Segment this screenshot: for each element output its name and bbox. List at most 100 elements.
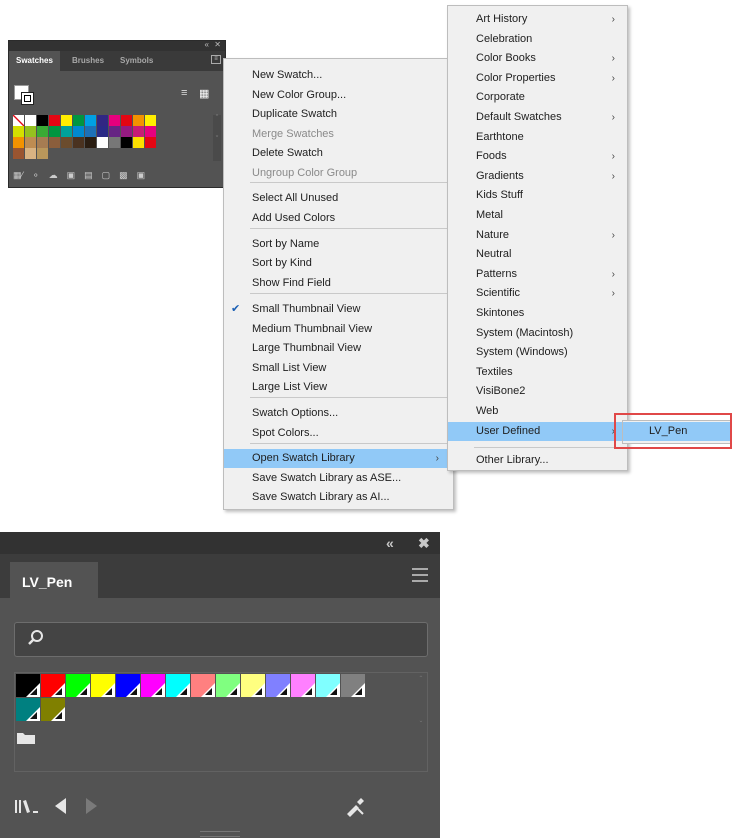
menu-item-small-list-view[interactable]: Small List View [224, 359, 453, 378]
swatch[interactable] [25, 148, 36, 159]
library-item-system-macintosh[interactable]: System (Macintosh) [448, 324, 627, 343]
swatch[interactable] [116, 674, 140, 697]
swatch[interactable] [133, 115, 144, 126]
swatch[interactable] [37, 126, 48, 137]
library-item-textiles[interactable]: Textiles [448, 363, 627, 382]
menu-item-duplicate-swatch[interactable]: Duplicate Swatch [224, 105, 453, 124]
fill-stroke-widget[interactable] [14, 85, 36, 107]
library-item-nature[interactable]: Nature › [448, 226, 627, 245]
none-swatch[interactable] [13, 115, 24, 126]
swatch[interactable] [109, 126, 120, 137]
library-item-scientific[interactable]: Scientific › [448, 284, 627, 303]
library-menu-icon[interactable]: ▦⁄ [13, 170, 23, 181]
library-item-foods[interactable]: Foods › [448, 147, 627, 166]
menu-item-show-find-field[interactable]: Show Find Field [224, 274, 453, 293]
swatch[interactable] [61, 137, 72, 148]
swatch[interactable] [41, 698, 65, 721]
tab-lv-pen[interactable]: LV_Pen [10, 562, 98, 598]
close-icon[interactable]: ✕ [214, 40, 221, 49]
menu-item-save-swatch-library-as-ai[interactable]: Save Swatch Library as AI... [224, 488, 453, 507]
library-item-corporate[interactable]: Corporate [448, 88, 627, 107]
thumbnail-view-icon[interactable]: ▦ [199, 87, 209, 100]
collapse-icon[interactable]: « [205, 40, 209, 49]
library-item-skintones[interactable]: Skintones [448, 304, 627, 323]
swatch[interactable] [61, 126, 72, 137]
swatch[interactable] [37, 137, 48, 148]
add-to-swatches-icon[interactable] [344, 796, 366, 818]
swatch[interactable] [141, 674, 165, 697]
swatch[interactable] [145, 137, 156, 148]
swatch[interactable] [85, 115, 96, 126]
menu-item-open-swatch-library[interactable]: Open Swatch Library › [224, 449, 453, 468]
library-item-neutral[interactable]: Neutral [448, 245, 627, 264]
previous-library-icon[interactable] [52, 796, 70, 816]
swatch[interactable] [49, 115, 60, 126]
menu-item-large-thumbnail-view[interactable]: Large Thumbnail View [224, 339, 453, 358]
swatch[interactable] [97, 137, 108, 148]
menu-item-sort-by-kind[interactable]: Sort by Kind [224, 254, 453, 273]
swatch[interactable] [121, 137, 132, 148]
library-item-celebration[interactable]: Celebration [448, 30, 627, 49]
library-item-web[interactable]: Web [448, 402, 627, 421]
swatch[interactable] [37, 148, 48, 159]
panel-menu-icon[interactable]: ≡ [211, 55, 221, 64]
menu-item-medium-thumbnail-view[interactable]: Medium Thumbnail View [224, 320, 453, 339]
swatch[interactable] [166, 674, 190, 697]
swatch[interactable] [97, 115, 108, 126]
new-swatch-icon[interactable]: ▩ [119, 170, 128, 181]
swatch[interactable] [109, 137, 120, 148]
swatch[interactable] [291, 674, 315, 697]
menu-item-large-list-view[interactable]: Large List View [224, 378, 453, 397]
swatch[interactable] [49, 126, 60, 137]
swatch[interactable] [25, 115, 36, 126]
library-item-art-history[interactable]: Art History › [448, 10, 627, 29]
library-item-visibone2[interactable]: VisiBone2 [448, 382, 627, 401]
library-item-earthtone[interactable]: Earthtone [448, 128, 627, 147]
swatch[interactable] [13, 148, 24, 159]
menu-item-spot-colors[interactable]: Spot Colors... [224, 424, 453, 443]
kind-icon[interactable]: ⚬ [32, 170, 40, 181]
library-item-gradients[interactable]: Gradients › [448, 167, 627, 186]
swatch[interactable] [73, 126, 84, 137]
menu-item-delete-swatch[interactable]: Delete Swatch [224, 144, 453, 163]
library-item-color-books[interactable]: Color Books › [448, 49, 627, 68]
cloud-icon[interactable]: ☁ [49, 170, 58, 181]
menu-item-sort-by-name[interactable]: Sort by Name [224, 235, 453, 254]
swatch[interactable] [97, 126, 108, 137]
swatch[interactable] [341, 674, 365, 697]
swatch[interactable] [241, 674, 265, 697]
stroke-swatch[interactable] [21, 92, 34, 105]
swatch[interactable] [16, 698, 40, 721]
swatch[interactable] [266, 674, 290, 697]
search-field[interactable] [14, 622, 428, 657]
scrollbar[interactable]: ˆˇ [213, 115, 221, 161]
swatch[interactable] [121, 115, 132, 126]
swatch[interactable] [61, 115, 72, 126]
menu-item-save-swatch-library-as-ase[interactable]: Save Swatch Library as ASE... [224, 469, 453, 488]
library-item-default-swatches[interactable]: Default Swatches › [448, 108, 627, 127]
swatch[interactable] [216, 674, 240, 697]
swatch[interactable] [25, 137, 36, 148]
folder-icon[interactable] [16, 731, 36, 745]
swatch[interactable] [37, 115, 48, 126]
menu-item-select-all-unused[interactable]: Select All Unused [224, 189, 453, 208]
swatch[interactable] [16, 674, 40, 697]
library-item-patterns[interactable]: Patterns › [448, 265, 627, 284]
swatch[interactable] [41, 674, 65, 697]
panel-menu-icon[interactable] [412, 568, 428, 582]
swatch[interactable] [191, 674, 215, 697]
tab-brushes[interactable]: Brushes [72, 51, 104, 71]
swatch[interactable] [133, 137, 144, 148]
swatch[interactable] [91, 674, 115, 697]
folder-icon[interactable]: ▢ [102, 170, 111, 181]
menu-item-new-swatch[interactable]: New Swatch... [224, 66, 453, 85]
swatch[interactable] [73, 115, 84, 126]
swatch[interactable] [66, 674, 90, 697]
trash-icon[interactable]: ▣ [137, 170, 146, 181]
swatch-options-icon[interactable]: ▤ [84, 170, 93, 181]
swatch[interactable] [25, 126, 36, 137]
swatch[interactable] [13, 126, 24, 137]
swatch[interactable] [13, 137, 24, 148]
swatch[interactable] [121, 126, 132, 137]
collapse-icon[interactable]: « [386, 535, 394, 551]
